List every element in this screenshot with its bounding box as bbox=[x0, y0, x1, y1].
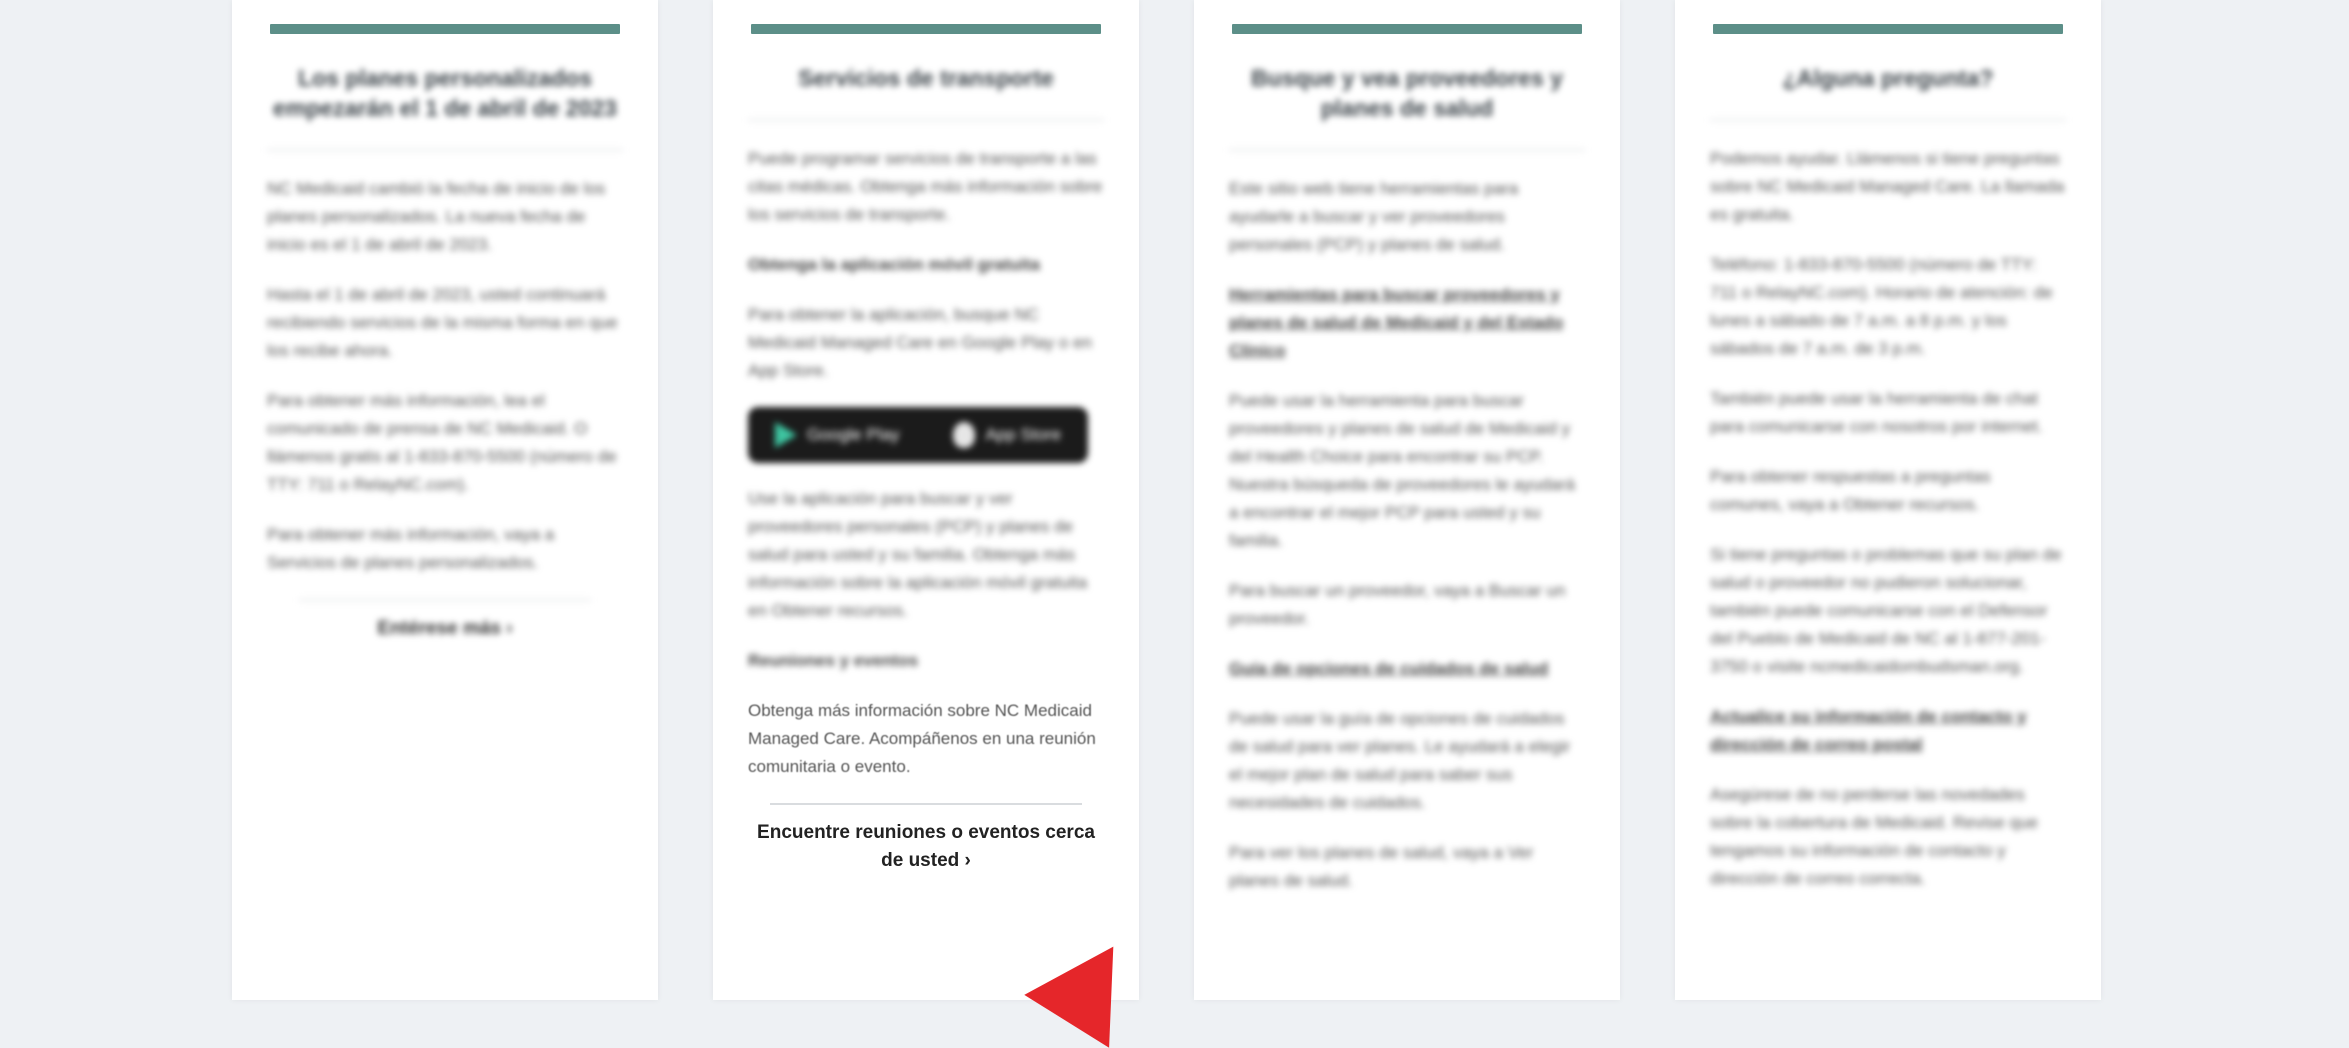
divider bbox=[267, 149, 623, 151]
paragraph: Asegúrese de no perderse las novedades s… bbox=[1710, 785, 2038, 888]
card-transport: Servicios de transporte Puede programar … bbox=[713, 0, 1139, 1000]
paragraph: Obtenga más información sobre NC Medicai… bbox=[748, 701, 1096, 776]
card-title: Los planes personalizados empezarán el 1… bbox=[273, 65, 617, 121]
divider bbox=[1710, 119, 2066, 121]
paragraph: Para buscar un proveedor, vaya a Buscar … bbox=[1229, 581, 1566, 628]
paragraph: Puede programar servicios de transporte … bbox=[748, 149, 1103, 224]
apple-icon bbox=[953, 422, 976, 448]
card-custom-plans: Los planes personalizados empezarán el 1… bbox=[232, 0, 658, 1000]
paragraph: Para ver los planes de salud, vaya a Ver… bbox=[1229, 843, 1534, 890]
subheading-link[interactable]: Actualice su información de contacto y d… bbox=[1710, 703, 2066, 759]
paragraph: Para obtener más información, vaya a Ser… bbox=[267, 525, 555, 572]
subheading-link[interactable]: Herramientas para buscar proveedores y p… bbox=[1229, 281, 1585, 365]
card-find-providers: Busque y vea proveedores y planes de sal… bbox=[1194, 0, 1620, 1000]
subheading-link[interactable]: Guía de opciones de cuidados de salud bbox=[1229, 655, 1585, 683]
learn-more-link[interactable]: Entérese más › bbox=[267, 615, 623, 643]
divider bbox=[770, 803, 1082, 805]
divider bbox=[299, 599, 591, 601]
card-title: Servicios de transporte bbox=[798, 65, 1054, 91]
divider bbox=[748, 119, 1104, 121]
paragraph: También puede usar la herramienta de cha… bbox=[1710, 389, 2043, 436]
paragraph: Para obtener más información, lea el com… bbox=[267, 391, 617, 494]
paragraph: Puede usar la guía de opciones de cuidad… bbox=[1229, 709, 1571, 812]
blurred-content: Servicios de transporte Puede programar … bbox=[748, 0, 1104, 675]
divider bbox=[1229, 149, 1585, 151]
find-meetings-link[interactable]: Encuentre reuniones o eventos cerca de u… bbox=[748, 819, 1104, 875]
paragraph: Este sitio web tiene herramientas para a… bbox=[1229, 179, 1519, 254]
card-title: Busque y vea proveedores y planes de sal… bbox=[1251, 65, 1563, 121]
google-play-label: Google Play bbox=[806, 425, 900, 444]
app-store-badges: Google Play App Store bbox=[748, 407, 1088, 463]
paragraph: Teléfono: 1-833-870-5500 (número de TTY:… bbox=[1710, 255, 2053, 358]
blurred-content: ¿Alguna pregunta? Podemos ayudar. Llámen… bbox=[1710, 0, 2066, 893]
blurred-content: Los planes personalizados empezarán el 1… bbox=[267, 0, 623, 643]
blurred-content: Busque y vea proveedores y planes de sal… bbox=[1229, 0, 1585, 895]
paragraph: NC Medicaid cambió la fecha de inicio de… bbox=[267, 179, 606, 254]
app-store-label: App Store bbox=[985, 425, 1062, 444]
paragraph: Puede usar la herramienta para buscar pr… bbox=[1229, 391, 1575, 550]
app-store-badge[interactable]: App Store bbox=[953, 422, 1061, 448]
google-play-icon bbox=[774, 422, 797, 448]
paragraph: Hasta el 1 de abril de 2023, usted conti… bbox=[267, 285, 618, 360]
subheading: Obtenga la aplicación móvil gratuita bbox=[748, 255, 1040, 274]
google-play-badge[interactable]: Google Play bbox=[774, 422, 900, 448]
paragraph: Podemos ayudar. Llámenos si tiene pregun… bbox=[1710, 149, 2065, 224]
paragraph: Para obtener la aplicación, busque NC Me… bbox=[748, 305, 1092, 380]
paragraph: Para obtener respuestas a preguntas comu… bbox=[1710, 467, 1991, 514]
subheading: Reuniones y eventos bbox=[748, 651, 919, 670]
card-title: ¿Alguna pregunta? bbox=[1782, 65, 1994, 91]
paragraph: Use la aplicación para buscar y ver prov… bbox=[748, 489, 1088, 620]
paragraph: Si tiene preguntas o problemas que su pl… bbox=[1710, 545, 2062, 676]
card-questions: ¿Alguna pregunta? Podemos ayudar. Llámen… bbox=[1675, 0, 2101, 1000]
